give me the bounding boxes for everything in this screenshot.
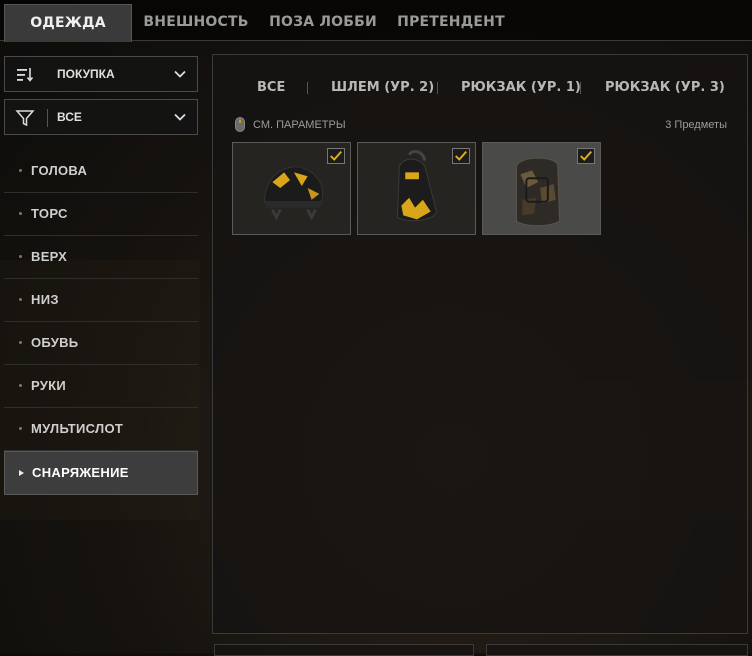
- sub-tab-backpack-lv3[interactable]: РЮКЗАК (УР. 3): [605, 73, 725, 103]
- category-item-head[interactable]: ГОЛОВА: [4, 150, 198, 193]
- check-icon: [330, 150, 342, 161]
- filter-icon: [15, 110, 35, 127]
- equipped-checkbox[interactable]: [577, 148, 595, 164]
- category-list: ГОЛОВА ТОРС ВЕРХ НИЗ ОБУВЬ РУКИ МУЛЬТИСЛ…: [4, 150, 198, 495]
- item-card-backpack-lv3[interactable]: [482, 142, 601, 235]
- category-item-shoes[interactable]: ОБУВЬ: [4, 322, 198, 365]
- bullet-icon: [19, 427, 22, 430]
- bullet-icon: [19, 341, 22, 344]
- sub-tab-helmet-lv2[interactable]: ШЛЕМ (УР. 2): [331, 73, 434, 103]
- check-icon: [580, 150, 592, 161]
- bullet-icon: [19, 169, 22, 172]
- sort-dropdown-value: ПОКУПКА: [57, 67, 115, 81]
- bullet-icon: [19, 384, 22, 387]
- category-label: МУЛЬТИСЛОТ: [31, 421, 124, 436]
- filter-dropdown-value: ВСЕ: [57, 110, 82, 124]
- bullet-icon: [19, 212, 22, 215]
- category-label: СНАРЯЖЕНИЕ: [32, 465, 129, 480]
- sub-tab-all[interactable]: ВСЕ: [257, 73, 285, 103]
- tab-clothing[interactable]: ОДЕЖДА: [4, 4, 132, 42]
- divider: [580, 82, 581, 94]
- top-tab-bar: ОДЕЖДА ВНЕШНОСТЬ ПОЗА ЛОББИ ПРЕТЕНДЕНТ: [0, 0, 752, 42]
- items-panel: ВСЕ ШЛЕМ (УР. 2) РЮКЗАК (УР. 1) РЮКЗАК (…: [212, 54, 748, 634]
- item-card-backpack-lv1[interactable]: [357, 142, 476, 235]
- category-item-bottom[interactable]: НИЗ: [4, 279, 198, 322]
- divider: [437, 82, 438, 94]
- category-label: ВЕРХ: [31, 249, 68, 264]
- bottom-panel: [214, 644, 474, 656]
- chevron-down-icon: [174, 70, 186, 78]
- category-label: РУКИ: [31, 378, 67, 393]
- category-item-torso[interactable]: ТОРС: [4, 193, 198, 236]
- chevron-down-icon: [174, 113, 186, 121]
- sort-dropdown[interactable]: ПОКУПКА: [4, 56, 198, 92]
- sub-tab-backpack-lv1[interactable]: РЮКЗАК (УР. 1): [461, 73, 581, 103]
- category-label: ТОРС: [31, 206, 68, 221]
- divider: [307, 82, 308, 94]
- equipped-checkbox[interactable]: [327, 148, 345, 164]
- mouse-icon: [235, 117, 245, 132]
- play-arrow-icon: [19, 470, 24, 476]
- check-icon: [455, 150, 467, 161]
- equipped-checkbox[interactable]: [452, 148, 470, 164]
- category-item-gear[interactable]: СНАРЯЖЕНИЕ: [4, 451, 198, 495]
- tab-lobby-pose[interactable]: ПОЗА ЛОББИ: [262, 4, 384, 40]
- bullet-icon: [19, 255, 22, 258]
- sort-icon: [17, 68, 34, 82]
- tab-appearance[interactable]: ВНЕШНОСТЬ: [134, 4, 258, 40]
- category-item-top[interactable]: ВЕРХ: [4, 236, 198, 279]
- sub-tab-bar: ВСЕ ШЛЕМ (УР. 2) РЮКЗАК (УР. 1) РЮКЗАК (…: [213, 73, 747, 103]
- bottom-panel: [486, 644, 748, 656]
- item-count: 3 Предметы: [665, 119, 727, 131]
- category-item-hands[interactable]: РУКИ: [4, 365, 198, 408]
- bullet-icon: [19, 298, 22, 301]
- category-label: НИЗ: [31, 292, 59, 307]
- tab-contender[interactable]: ПРЕТЕНДЕНТ: [388, 4, 514, 40]
- category-item-multislot[interactable]: МУЛЬТИСЛОТ: [4, 408, 198, 451]
- filter-dropdown[interactable]: ВСЕ: [4, 99, 198, 135]
- view-params-text: СМ. ПАРАМЕТРЫ: [253, 119, 346, 131]
- divider: [47, 109, 48, 127]
- category-label: ОБУВЬ: [31, 335, 79, 350]
- item-card-helmet[interactable]: [232, 142, 351, 235]
- category-label: ГОЛОВА: [31, 163, 88, 178]
